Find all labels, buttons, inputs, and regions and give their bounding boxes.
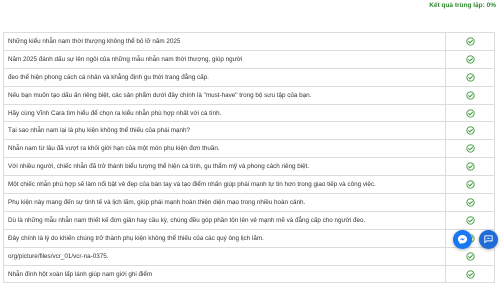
status-cell bbox=[445, 103, 495, 123]
table-row: Năm 2025 đánh dấu sự lên ngôi của những … bbox=[3, 49, 495, 69]
check-circle-icon bbox=[465, 251, 475, 261]
table-row: Dù là những mẫu nhẫn nam thiết kế đơn gi… bbox=[3, 210, 495, 230]
sentence-cell: org/picture/files/vcr_01/vcr-na-0375. bbox=[3, 246, 446, 266]
check-circle-icon bbox=[465, 37, 475, 46]
table-row: Một chiếc nhẫn phù hợp sẽ làm nổi bật vẻ… bbox=[3, 175, 495, 195]
results-table-body: Những kiểu nhẫn nam thời thượng không th… bbox=[3, 32, 495, 283]
sentence-cell: Phụ kiện này mang đến sự tinh tế và lịch… bbox=[3, 193, 446, 212]
sentence-cell: Một chiếc nhẫn phù hợp sẽ làm nổi bật vẻ… bbox=[3, 175, 446, 195]
sentence-cell: đeo thể hiện phong cách cá nhân và khẳng… bbox=[3, 67, 446, 87]
table-row: Nhẫn nam từ lâu đã vượt ra khỏi giới hạn… bbox=[3, 139, 495, 159]
sentence-cell: Tại sao nhẫn nam lại là phụ kiện không t… bbox=[3, 121, 446, 141]
check-circle-icon bbox=[465, 180, 475, 189]
status-cell bbox=[445, 85, 495, 105]
table-row: Tại sao nhẫn nam lại là phụ kiện không t… bbox=[3, 121, 495, 141]
check-circle-icon bbox=[465, 55, 475, 64]
chat-button[interactable] bbox=[479, 230, 498, 249]
status-cell bbox=[445, 264, 495, 283]
messenger-icon bbox=[457, 234, 468, 245]
status-cell bbox=[445, 193, 495, 212]
table-row: Nếu bạn muốn tạo dấu ấn riêng biệt, các … bbox=[3, 85, 495, 105]
sentence-cell: Năm 2025 đánh dấu sự lên ngôi của những … bbox=[3, 49, 446, 69]
check-circle-icon bbox=[465, 126, 475, 136]
status-cell bbox=[445, 67, 495, 87]
results-table: Những kiểu nhẫn nam thời thượng không th… bbox=[3, 32, 495, 283]
sentence-cell: Nhẫn nam từ lâu đã vượt ra khỏi giới hạn… bbox=[3, 139, 446, 159]
status-cell bbox=[445, 139, 495, 159]
check-circle-icon bbox=[465, 90, 475, 100]
sentence-cell: Những kiểu nhẫn nam thời thượng không th… bbox=[3, 32, 446, 51]
check-circle-icon bbox=[465, 216, 475, 225]
table-row: org/picture/files/vcr_01/vcr-na-0375. bbox=[3, 246, 495, 266]
table-row: Với nhiều người, chiếc nhẫn đã trở thành… bbox=[3, 157, 495, 177]
header-bar: Kết quả trùng lặp: 0% bbox=[0, 0, 500, 16]
sentence-cell: Với nhiều người, chiếc nhẫn đã trở thành… bbox=[3, 157, 446, 177]
results-table-container: Những kiểu nhẫn nam thời thượng không th… bbox=[3, 32, 495, 283]
table-row: Những kiểu nhẫn nam thời thượng không th… bbox=[3, 32, 495, 51]
table-row: Phụ kiện này mang đến sự tinh tế và lịch… bbox=[3, 193, 495, 212]
sentence-cell: Nếu bạn muốn tạo dấu ấn riêng biệt, các … bbox=[3, 85, 446, 105]
check-circle-icon bbox=[465, 198, 475, 207]
table-row: Đây chính là lý do khiến chúng trở thành… bbox=[3, 228, 495, 248]
status-cell bbox=[445, 121, 495, 141]
status-cell bbox=[445, 175, 495, 195]
status-cell bbox=[445, 49, 495, 69]
sentence-cell: Hãy cùng Vĩnh Cara tìm hiểu để chọn ra k… bbox=[3, 103, 446, 123]
status-cell bbox=[445, 210, 495, 230]
check-circle-icon bbox=[465, 144, 475, 153]
check-circle-icon bbox=[465, 269, 475, 279]
status-cell bbox=[445, 157, 495, 177]
table-row: đeo thể hiện phong cách cá nhân và khẳng… bbox=[3, 67, 495, 87]
status-cell bbox=[445, 32, 495, 51]
status-cell bbox=[445, 246, 495, 266]
sentence-cell: Đây chính là lý do khiến chúng trở thành… bbox=[3, 228, 446, 248]
messenger-button[interactable] bbox=[453, 230, 472, 249]
sentence-cell: Nhẫn đính hột xoàn lấp lánh giúp nam giớ… bbox=[3, 264, 446, 283]
check-circle-icon bbox=[465, 108, 475, 118]
chat-icon bbox=[484, 235, 493, 244]
check-circle-icon bbox=[465, 162, 475, 171]
table-row: Nhẫn đính hột xoàn lấp lánh giúp nam giớ… bbox=[3, 264, 495, 283]
check-circle-icon bbox=[465, 73, 475, 82]
table-row: Hãy cùng Vĩnh Cara tìm hiểu để chọn ra k… bbox=[3, 103, 495, 123]
sentence-cell: Dù là những mẫu nhẫn nam thiết kế đơn gi… bbox=[3, 210, 446, 230]
match-result-label: Kết quả trùng lặp: 0% bbox=[429, 2, 496, 9]
